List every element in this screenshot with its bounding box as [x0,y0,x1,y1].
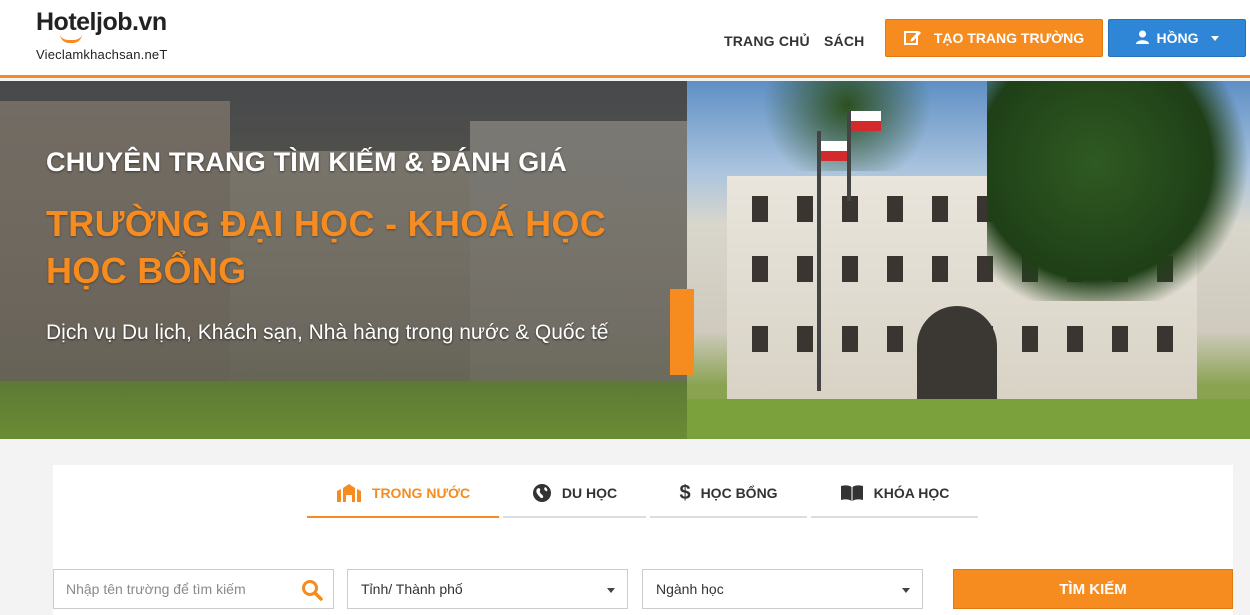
major-select[interactable]: Ngành học [642,569,923,609]
hero-subtitle: Dịch vụ Du lịch, Khách sạn, Nhà hàng tro… [46,321,609,344]
edit-icon [903,29,922,48]
chevron-down-icon [607,588,615,593]
school-search-input[interactable] [66,581,296,597]
tab-domestic-label: TRONG NƯỚC [371,485,471,501]
tab-domestic[interactable]: TRONG NƯỚC [307,470,499,518]
chevron-down-icon [1210,35,1219,41]
city-select[interactable]: Tỉnh/ Thành phố [347,569,628,609]
logo-smile-mark [60,34,82,43]
tab-course[interactable]: KHÓA HỌC [811,470,978,518]
university-icon [336,483,362,503]
user-icon [1135,30,1149,47]
nav-book-link[interactable]: SÁCH [824,33,864,49]
user-name-label: HỒNG [1156,30,1199,46]
city-select-value: Tỉnh/ Thành phố [361,581,463,597]
search-button[interactable]: TÌM KIẾM [953,569,1233,609]
hero-accent-bar [670,289,694,375]
tab-course-label: KHÓA HỌC [873,485,950,501]
nav-home-link[interactable]: TRANG CHỦ [724,33,810,49]
logo[interactable]: Hoteljob.vn Vieclamkhachsan.neT [36,8,167,62]
chevron-down-icon [902,588,910,593]
tab-scholarship[interactable]: $ HỌC BỔNG [650,470,807,518]
logo-text: Hoteljob.vn [36,8,167,36]
site-header: Hoteljob.vn Vieclamkhachsan.neT TRANG CH… [0,0,1250,78]
tab-study-abroad-label: DU HỌC [561,485,618,501]
tab-study-abroad[interactable]: DU HỌC [503,470,646,518]
hero-headline-line2: HỌC BỔNG [46,250,247,291]
user-menu-button[interactable]: HỒNG [1108,19,1246,57]
create-school-label: TẠO TRANG TRƯỜNG [933,30,1085,46]
search-tabs: TRONG NƯỚC DU HỌC $ HỌC BỔNG KHÓA HỌC [307,470,978,518]
book-icon [840,484,864,502]
create-school-button[interactable]: TẠO TRANG TRƯỜNG [885,19,1103,57]
hero-image-right [687,81,1250,439]
logo-subtext: Vieclamkhachsan.neT [36,47,168,62]
school-search-field [53,569,334,609]
major-select-value: Ngành học [656,581,724,597]
tab-scholarship-label: HỌC BỔNG [700,485,778,501]
hero-headline-line1: TRƯỜNG ĐẠI HỌC - KHOÁ HỌC [46,203,607,244]
search-icon[interactable] [301,579,323,604]
globe-icon [532,483,552,503]
dollar-icon: $ [679,481,691,504]
hero-title: CHUYÊN TRANG TÌM KIẾM & ĐÁNH GIÁ [46,147,567,177]
